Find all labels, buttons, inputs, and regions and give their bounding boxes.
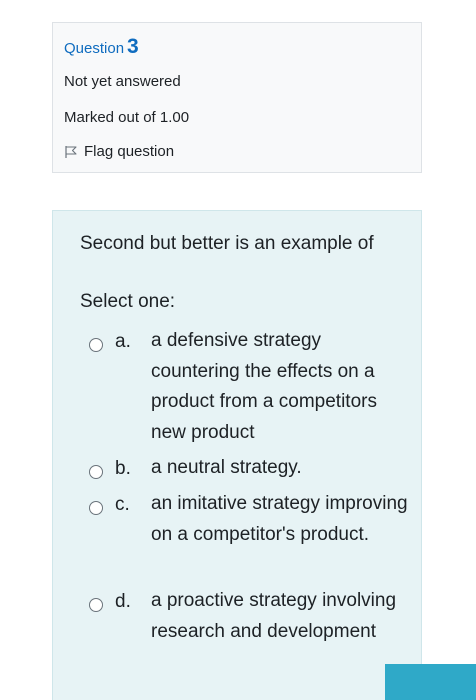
radio-option-a[interactable] [89,338,103,352]
option-letter-c: c. [115,494,130,515]
radio-option-c[interactable] [89,501,103,515]
option-letter-d: d. [115,591,131,612]
question-info: Question 3 Not yet answered Marked out of… [52,22,422,173]
option-text-c: an imitative strategy improving on a com… [151,493,408,545]
option-text-d: a proactive strategy involving research … [151,590,397,642]
question-label: Question [64,40,125,57]
question-content: Second but better is an example of Selec… [52,210,422,700]
option-letter-a: a. [115,331,131,352]
option-letter-b: b. [115,458,131,479]
question-number-value: 3 [127,35,139,58]
question-text: Second but better is an example of [80,233,374,254]
corner-button[interactable] [385,664,476,700]
option-text-a: a defensive strategy countering the effe… [151,330,377,443]
question-number: Question 3 [64,35,139,59]
question-grade: Marked out of 1.00 [64,109,190,126]
radio-option-d[interactable] [89,598,103,612]
flag-question-link[interactable]: Flag question [64,143,174,160]
option-text-b: a neutral strategy. [151,457,302,478]
radio-option-b[interactable] [89,465,103,479]
question-state: Not yet answered [64,73,181,90]
select-one-prompt: Select one: [80,291,176,312]
flag-icon [65,145,77,158]
flag-question-label: Flag question [84,143,175,160]
